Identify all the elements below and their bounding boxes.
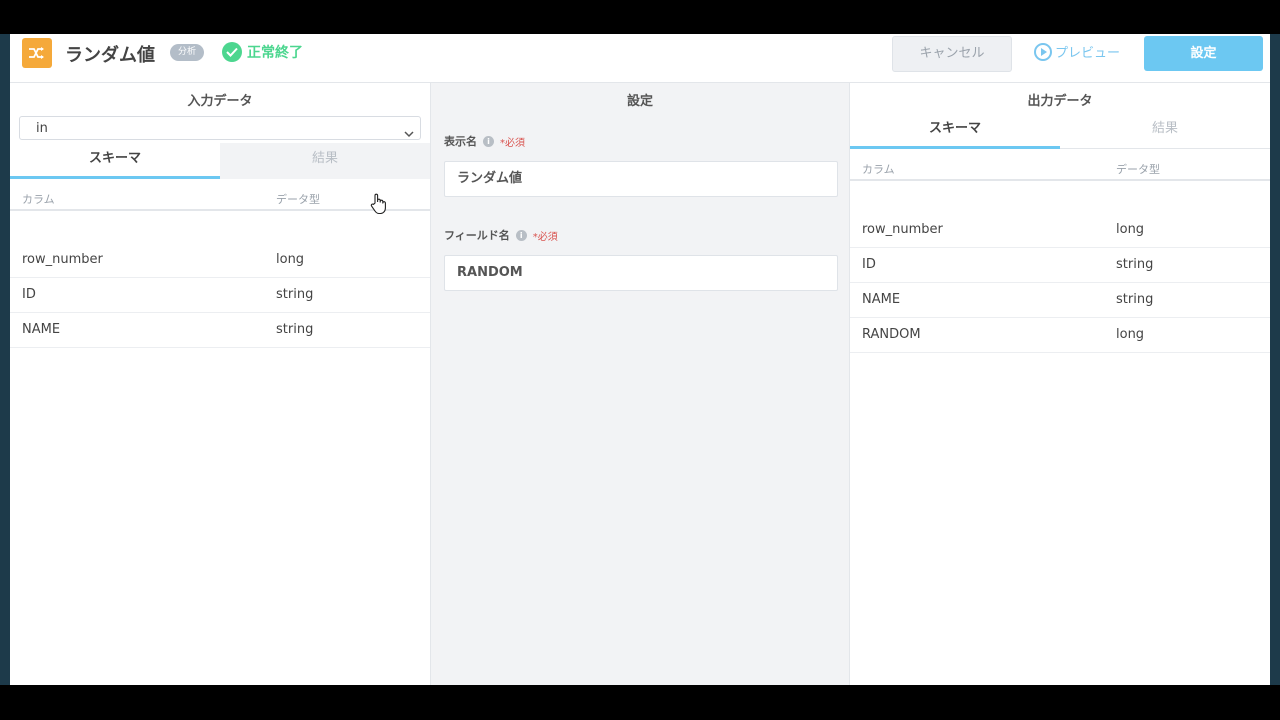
required-mark: *必須 [500, 137, 525, 149]
table-row: RANDOM long [850, 318, 1270, 353]
cell-data-type: long [1116, 222, 1145, 237]
panel-title: 入力データ [187, 94, 253, 109]
required-mark: *必須 [532, 231, 558, 243]
output-tabs: スキーマ 結果 [850, 113, 1270, 149]
check-circle-icon [222, 42, 242, 62]
settings-panel: 設定 表示名 i *必須 ランダム値 フィールド名 i *必須 RANDOM [431, 83, 850, 685]
status-text: 正常終了 [247, 45, 303, 61]
input-tabs: スキーマ 結果 [10, 143, 430, 179]
display-name-field[interactable]: ランダム値 [444, 161, 838, 197]
table-row: row_number long [10, 243, 430, 278]
dialog-header: ランダム値 分析 正常終了 キャンセル プレビュー 設定 [10, 34, 1270, 83]
cell-column-name: ID [862, 257, 876, 272]
schema-table-header: カラム データ型 [850, 155, 1270, 181]
cell-data-type: string [276, 322, 314, 337]
field-label-text: フィールド名 [444, 229, 510, 242]
play-circle-icon [1034, 42, 1052, 61]
cell-data-type: long [1116, 327, 1145, 342]
shuffle-icon [22, 38, 52, 68]
save-button[interactable]: 設定 [1144, 36, 1263, 71]
cell-column-name: row_number [22, 252, 103, 267]
table-row: NAME string [10, 313, 430, 348]
cell-data-type: string [1116, 292, 1154, 307]
dialog-title: ランダム値 [65, 45, 155, 66]
table-row: ID string [850, 248, 1270, 283]
tab-results[interactable]: 結果 [1060, 113, 1270, 149]
cell-data-type: string [1116, 257, 1154, 272]
panel-title: 出力データ [1027, 94, 1093, 109]
column-header-type: データ型 [1116, 163, 1160, 176]
info-icon[interactable]: i [483, 135, 494, 147]
table-row: row_number long [850, 213, 1270, 248]
field-name-field[interactable]: RANDOM [444, 255, 838, 291]
category-badge: 分析 [170, 44, 205, 61]
hand-cursor-icon [370, 193, 388, 219]
cell-column-name: RANDOM [862, 327, 921, 342]
cancel-button[interactable]: キャンセル [892, 36, 1012, 72]
cell-column-name: ID [22, 287, 36, 302]
select-value: in [36, 121, 48, 136]
cell-data-type: string [276, 287, 314, 302]
display-name-label: 表示名 i *必須 [444, 133, 525, 149]
cell-column-name: row_number [862, 222, 943, 237]
preview-button[interactable]: プレビュー [1034, 42, 1120, 61]
panel-title: 設定 [626, 94, 653, 109]
chevron-down-icon [404, 123, 414, 142]
output-data-panel: 出力データ スキーマ 結果 カラム データ型 row_number long I… [850, 83, 1270, 685]
tab-schema[interactable]: スキーマ [850, 113, 1060, 149]
input-source-select[interactable]: in [19, 116, 421, 140]
table-row: NAME string [850, 283, 1270, 318]
table-row: ID string [10, 278, 430, 313]
cell-column-name: NAME [862, 292, 901, 307]
background-strip-right [1270, 34, 1280, 685]
node-settings-dialog: ランダム値 分析 正常終了 キャンセル プレビュー 設定 入力データ in スキ… [10, 34, 1270, 685]
field-label-text: 表示名 [444, 135, 477, 148]
preview-label: プレビュー [1055, 46, 1121, 61]
column-header-type: データ型 [276, 193, 320, 206]
cell-column-name: NAME [22, 322, 61, 337]
tab-schema[interactable]: スキーマ [10, 143, 220, 179]
cell-data-type: long [276, 252, 305, 267]
background-strip-left [0, 34, 10, 685]
schema-table-header: カラム データ型 [10, 185, 430, 211]
column-header-name: カラム [862, 163, 895, 176]
status-indicator: 正常終了 [222, 42, 303, 62]
info-icon[interactable]: i [515, 229, 527, 241]
field-name-label: フィールド名 i *必須 [444, 227, 558, 243]
tab-results[interactable]: 結果 [220, 143, 430, 179]
column-header-name: カラム [22, 193, 55, 206]
input-data-panel: 入力データ in スキーマ 結果 カラム データ型 row_number lon… [10, 83, 431, 685]
